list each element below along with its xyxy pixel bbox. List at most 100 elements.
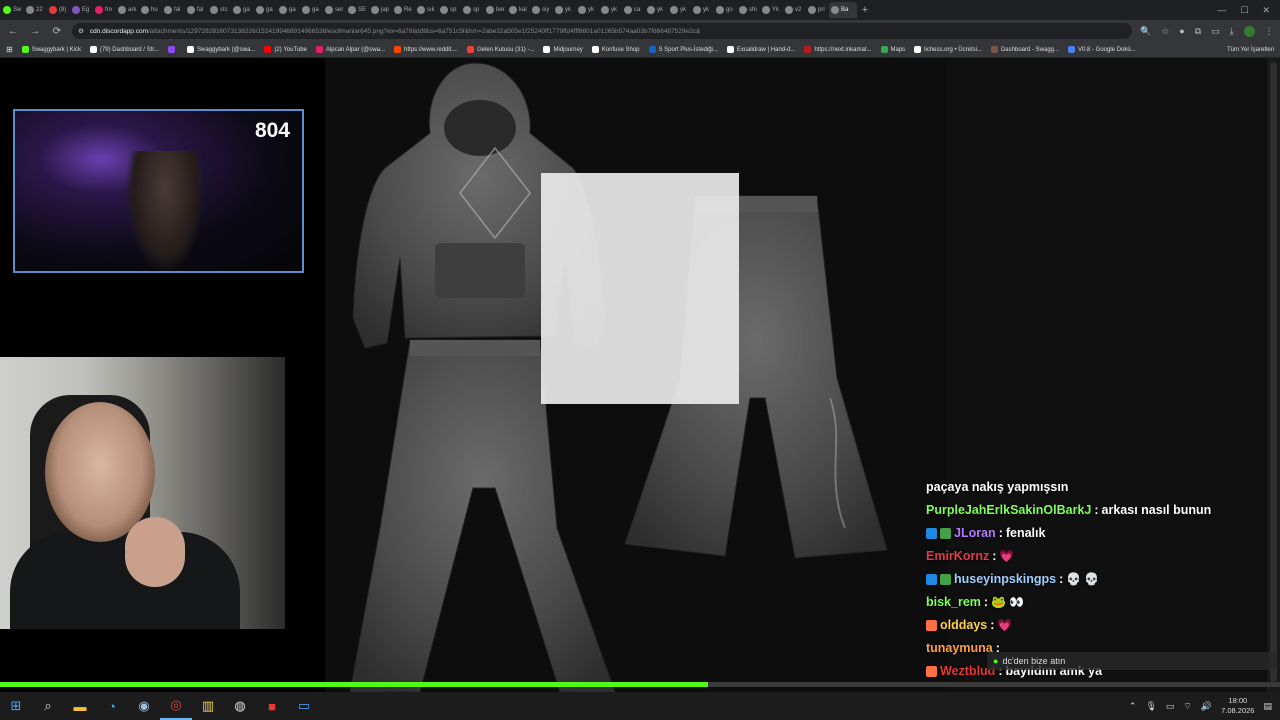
- browser-tab[interactable]: sık: [415, 2, 437, 18]
- browser-tab[interactable]: fal: [162, 2, 184, 18]
- bookmark-item[interactable]: https://www.reddit....: [394, 46, 458, 53]
- browser-tab[interactable]: hu: [139, 2, 161, 18]
- star-icon[interactable]: ☆: [1161, 26, 1169, 37]
- profile-avatar[interactable]: [1243, 25, 1255, 37]
- microphone-icon[interactable]: 🎙: [1145, 701, 1156, 712]
- minimize-icon[interactable]: —: [1217, 5, 1226, 16]
- menu-icon[interactable]: ⋮: [1265, 26, 1274, 37]
- scrollbar-thumb[interactable]: [1270, 62, 1277, 682]
- volume-icon[interactable]: 🔊: [1201, 701, 1212, 712]
- obs-icon[interactable]: ◍: [224, 692, 256, 720]
- network-icon[interactable]: ⌔: [1183, 701, 1191, 712]
- record-app-icon[interactable]: ■: [256, 692, 288, 720]
- chat-username[interactable]: JLoran: [954, 522, 996, 545]
- notifications-icon[interactable]: ▤: [1263, 701, 1272, 712]
- extension-icon[interactable]: ●: [1179, 26, 1184, 36]
- browser-tab[interactable]: sp: [438, 2, 460, 18]
- browser-tab[interactable]: go: [714, 2, 736, 18]
- browser-tab[interactable]: fal: [185, 2, 207, 18]
- bookmark-item[interactable]: Konfuse Shop: [591, 46, 640, 53]
- clock[interactable]: 18:00 7.08.2026: [1221, 696, 1254, 716]
- windows-start-icon[interactable]: ⊞: [0, 692, 32, 720]
- browser-tab[interactable]: ga: [300, 2, 322, 18]
- bookmark-item[interactable]: Alpcan Alpar (@swa...: [315, 46, 385, 53]
- chat-username[interactable]: bisk_rem: [926, 591, 981, 614]
- bookmark-item[interactable]: https://next.inkamat...: [804, 46, 872, 53]
- browser-tab[interactable]: v2: [783, 2, 805, 18]
- browser-tab[interactable]: ga: [277, 2, 299, 18]
- browser-tab[interactable]: Eg: [70, 2, 92, 18]
- all-bookmarks-folder[interactable]: Tüm Yer İşaretleri: [1227, 47, 1274, 53]
- new-tab-button[interactable]: +: [857, 4, 873, 16]
- bookmark-item[interactable]: Gelen Kutusu (31) -...: [467, 46, 534, 53]
- site-info-icon[interactable]: ⚙: [78, 27, 84, 35]
- browser-tab[interactable]: ser: [323, 2, 345, 18]
- bookmark-item[interactable]: V0.8 - Google Dokü...: [1068, 46, 1136, 53]
- browser-tab[interactable]: ca: [622, 2, 644, 18]
- back-icon[interactable]: ←: [6, 26, 20, 37]
- apps-icon[interactable]: ⊞: [6, 45, 13, 54]
- bookmark-item[interactable]: (2) YouTube: [264, 46, 307, 53]
- chat-username[interactable]: olddays: [940, 614, 987, 637]
- browser-tab[interactable]: fro: [93, 2, 115, 18]
- maximize-icon[interactable]: ☐: [1240, 5, 1248, 16]
- display-icon[interactable]: ▭: [1166, 701, 1175, 712]
- browser-tab[interactable]: ga: [231, 2, 253, 18]
- browser-tab[interactable]: jap: [369, 2, 391, 18]
- edge-icon[interactable]: ◔: [96, 692, 128, 720]
- chat-username[interactable]: tunaymuna: [926, 637, 993, 660]
- bookmark-item[interactable]: Swaggybark | Kick: [21, 46, 81, 53]
- browser-tab[interactable]: Sw: [1, 2, 23, 18]
- app-icon-1[interactable]: ▥: [192, 692, 224, 720]
- bookmark-item[interactable]: Maps: [880, 46, 905, 53]
- bookmark-item[interactable]: Excalidraw | Hand-d...: [726, 46, 795, 53]
- address-bar[interactable]: ⚙ cdn.discordapp.com/attachments/1297282…: [72, 23, 1132, 39]
- scrollbar[interactable]: [1267, 58, 1280, 692]
- sidebar-icon[interactable]: ▭: [1211, 26, 1220, 37]
- browser-tab[interactable]: yk: [599, 2, 621, 18]
- reload-icon[interactable]: ⟳: [50, 26, 64, 37]
- chat-username[interactable]: EmirKornz: [926, 545, 989, 568]
- browser-tab[interactable]: yk: [668, 2, 690, 18]
- app-icon-2[interactable]: ▭: [288, 692, 320, 720]
- browser-tab[interactable]: yk: [553, 2, 575, 18]
- bookmark-item[interactable]: (79) Dashboard / Str...: [89, 46, 159, 53]
- close-icon[interactable]: ✕: [1262, 5, 1270, 16]
- browser-tab[interactable]: yk: [645, 2, 667, 18]
- bookmark-item[interactable]: [167, 46, 178, 53]
- browser-tab[interactable]: yk: [576, 2, 598, 18]
- browser-tab[interactable]: ber: [484, 2, 506, 18]
- file-explorer-icon[interactable]: ▬: [64, 692, 96, 720]
- browser-tab[interactable]: 22: [24, 2, 46, 18]
- search-icon[interactable]: ⌕: [32, 692, 64, 720]
- browser-tab[interactable]: sp: [461, 2, 483, 18]
- forward-icon[interactable]: →: [28, 26, 42, 37]
- browser-tab[interactable]: ark: [116, 2, 138, 18]
- bookmark-item[interactable]: Dashboard - Swagg...: [990, 46, 1059, 53]
- chrome-icon[interactable]: ◎: [160, 692, 192, 720]
- browser-tab[interactable]: pri: [806, 2, 828, 18]
- puzzle-icon[interactable]: ⧉: [1195, 26, 1201, 37]
- browser-tab[interactable]: siy: [530, 2, 552, 18]
- browser-tab[interactable]: ga: [254, 2, 276, 18]
- browser-tab[interactable]: (8): [47, 2, 69, 18]
- browser-tab[interactable]: yk: [691, 2, 713, 18]
- tray-chevron-icon[interactable]: ⌃: [1129, 701, 1137, 712]
- browser-tab[interactable]: Ba: [829, 2, 857, 18]
- bookmark-item[interactable]: Swaggybark (@swa...: [186, 46, 255, 53]
- chat-username[interactable]: huseyinpskingps: [954, 568, 1056, 591]
- bookmark-item[interactable]: lichess.org • Ücretsi...: [914, 46, 982, 53]
- browser-tab[interactable]: Yk: [760, 2, 782, 18]
- bookmark-item[interactable]: Midjourney: [543, 46, 583, 53]
- bookmark-item[interactable]: S Sport Plus-İstediği...: [648, 46, 718, 53]
- zoom-icon[interactable]: 🔍: [1140, 26, 1151, 37]
- chat-username[interactable]: PurpleJahErlkSakinOlBarkJ: [926, 499, 1091, 522]
- download-icon[interactable]: ⤓: [1230, 26, 1234, 37]
- browser-tab[interactable]: Re: [392, 2, 414, 18]
- steam-icon[interactable]: ◉: [128, 692, 160, 720]
- browser-tab[interactable]: shi: [737, 2, 759, 18]
- chat-message: bisk_rem : 🐸 👀: [926, 591, 1256, 614]
- browser-tab[interactable]: kal: [507, 2, 529, 18]
- browser-tab[interactable]: SE: [346, 2, 368, 18]
- browser-tab[interactable]: stc: [208, 2, 230, 18]
